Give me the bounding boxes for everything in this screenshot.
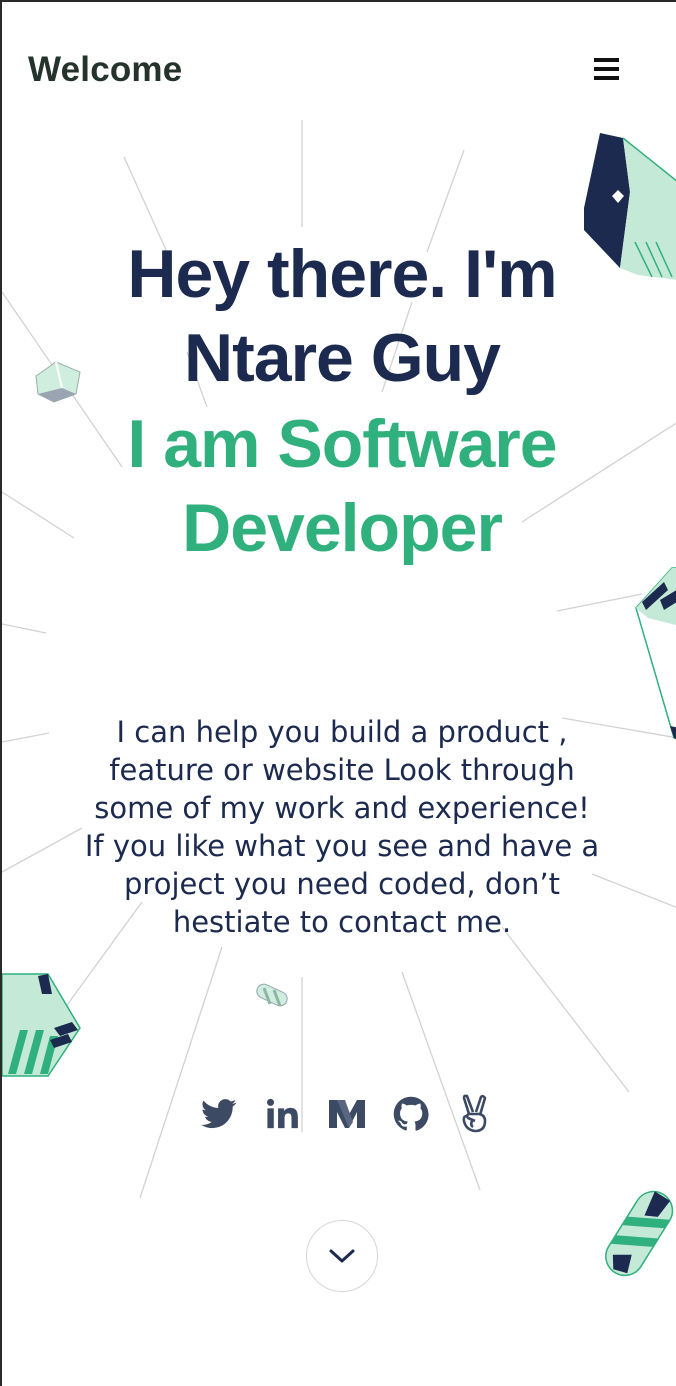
bottom-right-capsule: [605, 1190, 674, 1277]
small-capsule: [256, 983, 288, 1007]
github-icon[interactable]: [390, 1093, 432, 1135]
hero-line-1: Hey there. I'm: [127, 236, 557, 312]
page-frame: Welcome Hey there. I'm Ntare Guy I am So…: [0, 0, 676, 1386]
twitter-icon[interactable]: [198, 1093, 240, 1135]
medium-icon[interactable]: [326, 1093, 368, 1135]
hero-greeting: Hey there. I'm Ntare Guy: [42, 232, 642, 400]
scroll-down-button[interactable]: [306, 1220, 378, 1292]
social-links: [198, 1092, 496, 1136]
hero-line-3: I am Software: [127, 406, 557, 482]
right-middle-shape: [635, 567, 676, 740]
hero-line-2: Ntare Guy: [184, 320, 501, 396]
background-rays: [2, 120, 676, 1199]
angellist-icon[interactable]: [454, 1093, 496, 1135]
hero-role: I am Software Developer: [42, 402, 642, 570]
hamburger-menu-icon[interactable]: [591, 58, 623, 88]
site-title: Welcome: [28, 50, 183, 89]
bio-text: I can help you build a product , feature…: [84, 715, 600, 939]
hero-line-4: Developer: [182, 490, 503, 566]
chevron-down-icon: [329, 1249, 355, 1263]
linkedin-icon[interactable]: [262, 1093, 304, 1135]
left-bottom-cube: [2, 973, 81, 1077]
